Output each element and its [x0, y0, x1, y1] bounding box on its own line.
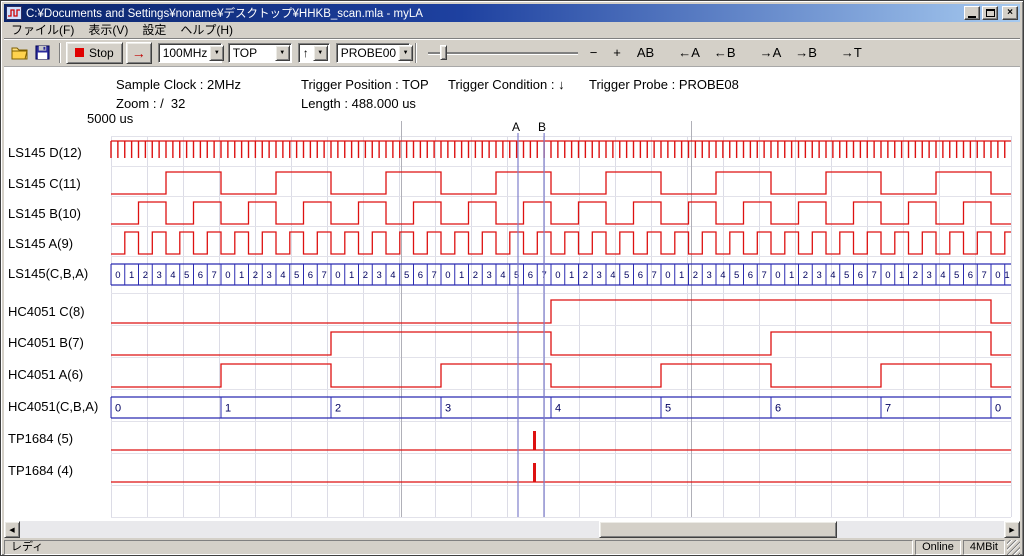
- cursor-a-label[interactable]: A: [512, 120, 520, 134]
- stop-square-icon: [75, 48, 84, 57]
- cursor-b-prev-button[interactable]: ←B: [710, 44, 740, 61]
- trigger-condition-info: Trigger Condition : ↓: [448, 77, 565, 92]
- stop-label: Stop: [89, 46, 114, 60]
- cursor-a-prev-button[interactable]: ←A: [674, 44, 704, 61]
- channel-label: TP1684 (4): [8, 463, 73, 479]
- time-scale-label: 5000 us: [87, 111, 133, 126]
- dropdown-arrow-icon[interactable]: ▼: [275, 45, 290, 61]
- floppy-icon: [35, 45, 50, 60]
- maximize-icon: [986, 9, 995, 17]
- scrollbar-thumb[interactable]: [599, 521, 837, 538]
- zoom-info: Zoom : / 32: [116, 96, 185, 111]
- run-button[interactable]: →: [126, 42, 152, 64]
- channel-label: LS145 A(9): [8, 236, 73, 252]
- status-memory: 4MBit: [963, 540, 1005, 555]
- zoom-slider-track[interactable]: [428, 52, 578, 54]
- sample-clock-info: Sample Clock : 2MHz: [116, 77, 241, 92]
- length-info: Length : 488.000 us: [301, 96, 416, 111]
- save-button[interactable]: [31, 42, 54, 64]
- channel-label: LS145 B(10): [8, 206, 81, 222]
- minimize-button[interactable]: [964, 6, 980, 20]
- zoom-slider[interactable]: [428, 43, 578, 63]
- close-button[interactable]: ×: [1002, 6, 1018, 20]
- channel-label: LS145(C,B,A): [8, 266, 88, 282]
- cursor-ab-button[interactable]: AB: [633, 44, 658, 61]
- trigger-edge-combobox[interactable]: ↑ ▼: [298, 43, 330, 63]
- trigger-position-combobox[interactable]: TOP ▼: [228, 43, 292, 63]
- trigger-probe-value: PROBE00: [337, 45, 398, 60]
- cursor-b-label[interactable]: B: [538, 120, 546, 134]
- dropdown-arrow-icon[interactable]: ▼: [313, 45, 328, 61]
- trigger-probe-combobox[interactable]: PROBE00 ▼: [336, 43, 410, 63]
- minimize-icon: [968, 16, 976, 18]
- toolbar: Stop → 100MHz ▼ TOP ▼ ↑ ▼ PROBE00 ▼ − + …: [4, 38, 1020, 66]
- toolbar-separator: [59, 43, 61, 63]
- status-ready: レディ: [4, 540, 913, 555]
- menu-view[interactable]: 表示(V): [81, 23, 135, 38]
- app-icon[interactable]: [6, 6, 22, 20]
- trigger-position-info: Trigger Position : TOP: [301, 77, 429, 92]
- open-button[interactable]: [8, 42, 31, 64]
- resize-grip-icon[interactable]: [1007, 540, 1020, 555]
- scroll-left-button[interactable]: ◀: [4, 521, 20, 538]
- stop-button[interactable]: Stop: [66, 42, 123, 64]
- horizontal-scrollbar[interactable]: ◀ ▶: [4, 521, 1020, 538]
- channel-label: LS145 C(11): [8, 176, 81, 192]
- channel-label: HC4051 A(6): [8, 367, 83, 383]
- window-title: C:¥Documents and Settings¥noname¥デスクトップ¥…: [26, 5, 962, 21]
- titlebar[interactable]: C:¥Documents and Settings¥noname¥デスクトップ¥…: [4, 4, 1020, 22]
- menu-settings[interactable]: 設定: [135, 23, 173, 38]
- trigger-position-value: TOP: [229, 45, 275, 60]
- menu-file[interactable]: ファイル(F): [4, 23, 81, 38]
- cursor-a-next-button[interactable]: →A: [756, 44, 786, 61]
- channel-label: TP1684 (5): [8, 431, 73, 447]
- status-online: Online: [915, 540, 961, 555]
- zoom-in-button[interactable]: +: [609, 44, 625, 61]
- channel-label: HC4051(C,B,A): [8, 399, 98, 415]
- cursor-b-next-button[interactable]: →B: [791, 44, 821, 61]
- trigger-probe-info: Trigger Probe : PROBE08: [589, 77, 739, 92]
- maximize-button[interactable]: [982, 6, 998, 20]
- channel-label: HC4051 B(7): [8, 335, 84, 351]
- toolbar-separator: [415, 43, 417, 63]
- waveform-area[interactable]: [109, 133, 1011, 517]
- statusbar: レディ Online 4MBit: [4, 539, 1020, 555]
- goto-trigger-button[interactable]: →T: [837, 44, 866, 61]
- zoom-slider-thumb[interactable]: [440, 45, 447, 60]
- channel-label: HC4051 C(8): [8, 304, 85, 320]
- sample-clock-value: 100MHz: [159, 45, 210, 60]
- trigger-edge-value: ↑: [299, 45, 313, 60]
- app-window: C:¥Documents and Settings¥noname¥デスクトップ¥…: [0, 0, 1024, 556]
- open-folder-icon: [11, 45, 29, 60]
- zoom-out-button[interactable]: −: [586, 44, 602, 61]
- menu-help[interactable]: ヘルプ(H): [173, 23, 240, 38]
- scroll-right-button[interactable]: ▶: [1004, 521, 1020, 538]
- dropdown-arrow-icon[interactable]: ▼: [398, 45, 413, 61]
- sample-clock-combobox[interactable]: 100MHz ▼: [158, 43, 222, 63]
- close-icon: ×: [1007, 8, 1013, 18]
- dropdown-arrow-icon[interactable]: ▼: [209, 45, 224, 61]
- run-arrow-icon: →: [132, 45, 146, 61]
- channel-label: LS145 D(12): [8, 145, 82, 161]
- menubar: ファイル(F) 表示(V) 設定 ヘルプ(H): [4, 23, 1020, 38]
